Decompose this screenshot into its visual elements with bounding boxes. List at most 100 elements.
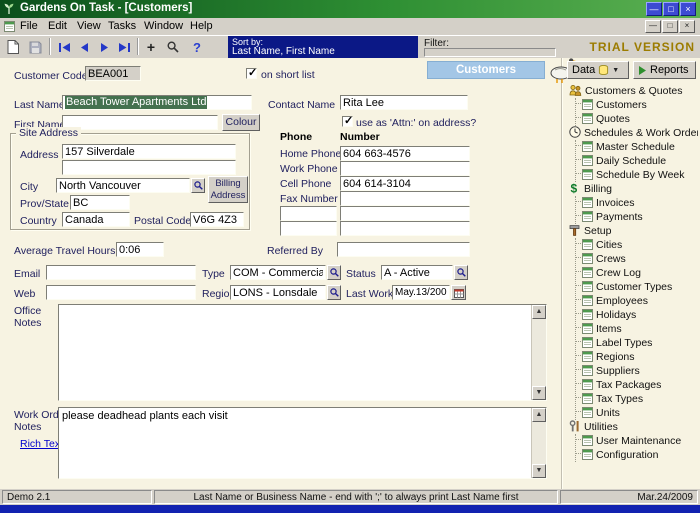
address-line1-field[interactable] [62, 144, 236, 159]
tree-group-utilities[interactable]: Utilities [569, 420, 698, 434]
tree-item-configuration[interactable]: Configuration [576, 448, 698, 462]
data-tab-button[interactable]: Data ▼ [567, 61, 629, 79]
tree-item-quotes[interactable]: Quotes [576, 112, 698, 126]
tree-item-customers[interactable]: Customers [576, 98, 698, 112]
tree-item-customer-types[interactable]: Customer Types [576, 280, 698, 294]
web-field[interactable] [46, 285, 196, 300]
phone-label-custom-1[interactable] [280, 206, 337, 221]
city-field[interactable] [56, 178, 190, 193]
next-record-button[interactable] [94, 37, 114, 57]
previous-record-button[interactable] [74, 37, 94, 57]
region-lookup-button[interactable] [327, 285, 341, 300]
billing-address-button[interactable]: Billing Address [208, 176, 248, 203]
on-short-list-checkbox[interactable] [246, 66, 257, 79]
office-notes-box: ▲ ▼ [58, 304, 547, 401]
tree-item-items[interactable]: Items [576, 322, 698, 336]
address-line2-field[interactable] [62, 160, 236, 175]
tree-item-label-types[interactable]: Label Types [576, 336, 698, 350]
customers-view-button[interactable]: Customers [427, 61, 545, 79]
contact-name-field[interactable] [340, 95, 468, 110]
first-name-field[interactable] [62, 115, 218, 130]
country-field[interactable] [62, 212, 130, 227]
tree-item-master-schedule[interactable]: Master Schedule [576, 140, 698, 154]
first-record-button[interactable] [54, 37, 74, 57]
prov-state-field[interactable] [70, 195, 130, 210]
magnifier-icon [456, 268, 466, 277]
tree-item-crews[interactable]: Crews [576, 252, 698, 266]
work-order-notes-input[interactable]: please deadhead plants each visit [59, 408, 530, 478]
phone-number-fax[interactable] [340, 191, 470, 206]
last-record-button[interactable] [114, 37, 134, 57]
phone-number-custom-2[interactable] [340, 221, 470, 236]
average-travel-hours-field[interactable] [116, 242, 164, 257]
region-field[interactable] [230, 285, 326, 300]
office-notes-input[interactable] [59, 305, 530, 400]
rich-text-link[interactable]: Rich Text [20, 438, 63, 450]
sort-by-value[interactable]: Last Name, First Name [232, 46, 335, 57]
scroll-up-icon[interactable]: ▲ [532, 408, 546, 422]
phone-number-work[interactable] [340, 161, 470, 176]
tree-item-regions[interactable]: Regions [576, 350, 698, 364]
reports-tab-button[interactable]: Reports [633, 61, 696, 79]
tree-item-user-maintenance[interactable]: User Maintenance [576, 434, 698, 448]
filter-field[interactable] [424, 48, 556, 57]
tree-item-payments[interactable]: Payments [576, 210, 698, 224]
tree-item-tax-types[interactable]: Tax Types [576, 392, 698, 406]
postal-code-field[interactable] [190, 212, 244, 227]
tree-item-schedule-by-week[interactable]: Schedule By Week [576, 168, 698, 182]
tree-item-daily-schedule[interactable]: Daily Schedule [576, 154, 698, 168]
menu-window[interactable]: Window [144, 20, 183, 32]
menu-edit[interactable]: Edit [48, 20, 67, 32]
find-button[interactable] [163, 37, 183, 57]
work-notes-scrollbar[interactable]: ▲ ▼ [531, 408, 546, 478]
menu-help[interactable]: Help [190, 20, 213, 32]
tree-group-schedules-work-orders[interactable]: Schedules & Work Orders [569, 126, 698, 140]
scroll-down-icon[interactable]: ▼ [532, 464, 546, 478]
menu-tasks[interactable]: Tasks [108, 20, 136, 32]
phone-number-cell[interactable] [340, 176, 470, 191]
tree-item-cities[interactable]: Cities [576, 238, 698, 252]
tree-group-customers-quotes[interactable]: Customers & Quotes [569, 84, 698, 98]
last-work-calendar-button[interactable] [451, 285, 466, 300]
mdi-close-button[interactable]: × [679, 20, 695, 33]
tree-item-employees[interactable]: Employees [576, 294, 698, 308]
minimize-button[interactable]: — [646, 2, 662, 16]
mdi-restore-button[interactable]: □ [662, 20, 678, 33]
attn-checkbox[interactable] [342, 114, 353, 127]
scroll-up-icon[interactable]: ▲ [532, 305, 546, 319]
tree-item-tax-packages[interactable]: Tax Packages [576, 378, 698, 392]
tree-item-invoices[interactable]: Invoices [576, 196, 698, 210]
maximize-button[interactable]: □ [663, 2, 679, 16]
referred-by-field[interactable] [337, 242, 470, 257]
mdi-minimize-button[interactable]: — [645, 20, 661, 33]
menu-view[interactable]: View [77, 20, 101, 32]
tree-item-holidays[interactable]: Holidays [576, 308, 698, 322]
scroll-down-icon[interactable]: ▼ [532, 386, 546, 400]
colour-button[interactable]: Colour [222, 114, 260, 131]
new-record-button[interactable] [3, 37, 23, 57]
status-lookup-button[interactable] [454, 265, 468, 280]
email-field[interactable] [46, 265, 196, 280]
menu-file[interactable]: File [20, 20, 38, 32]
office-notes-scrollbar[interactable]: ▲ ▼ [531, 305, 546, 400]
phone-number-home[interactable] [340, 146, 470, 161]
last-work-field[interactable] [392, 285, 450, 300]
type-field[interactable] [230, 265, 326, 280]
save-button[interactable] [25, 37, 45, 57]
type-lookup-button[interactable] [327, 265, 341, 280]
tree-item-units[interactable]: Units [576, 406, 698, 420]
tree-group-billing[interactable]: $ Billing [569, 182, 698, 196]
last-name-field[interactable]: Beach Tower Apartments Ltd [62, 95, 252, 110]
phone-number-custom-1[interactable] [340, 206, 470, 221]
help-button[interactable]: ? [187, 37, 207, 57]
database-icon [599, 64, 609, 76]
tree-item-suppliers[interactable]: Suppliers [576, 364, 698, 378]
add-record-button[interactable]: + [141, 37, 161, 57]
tree-group-setup[interactable]: Setup [569, 224, 698, 238]
first-record-icon [58, 42, 70, 52]
status-field[interactable] [381, 265, 453, 280]
close-button[interactable]: × [680, 2, 696, 16]
phone-label-custom-2[interactable] [280, 221, 337, 236]
city-lookup-button[interactable] [191, 178, 205, 193]
tree-item-crew-log[interactable]: Crew Log [576, 266, 698, 280]
